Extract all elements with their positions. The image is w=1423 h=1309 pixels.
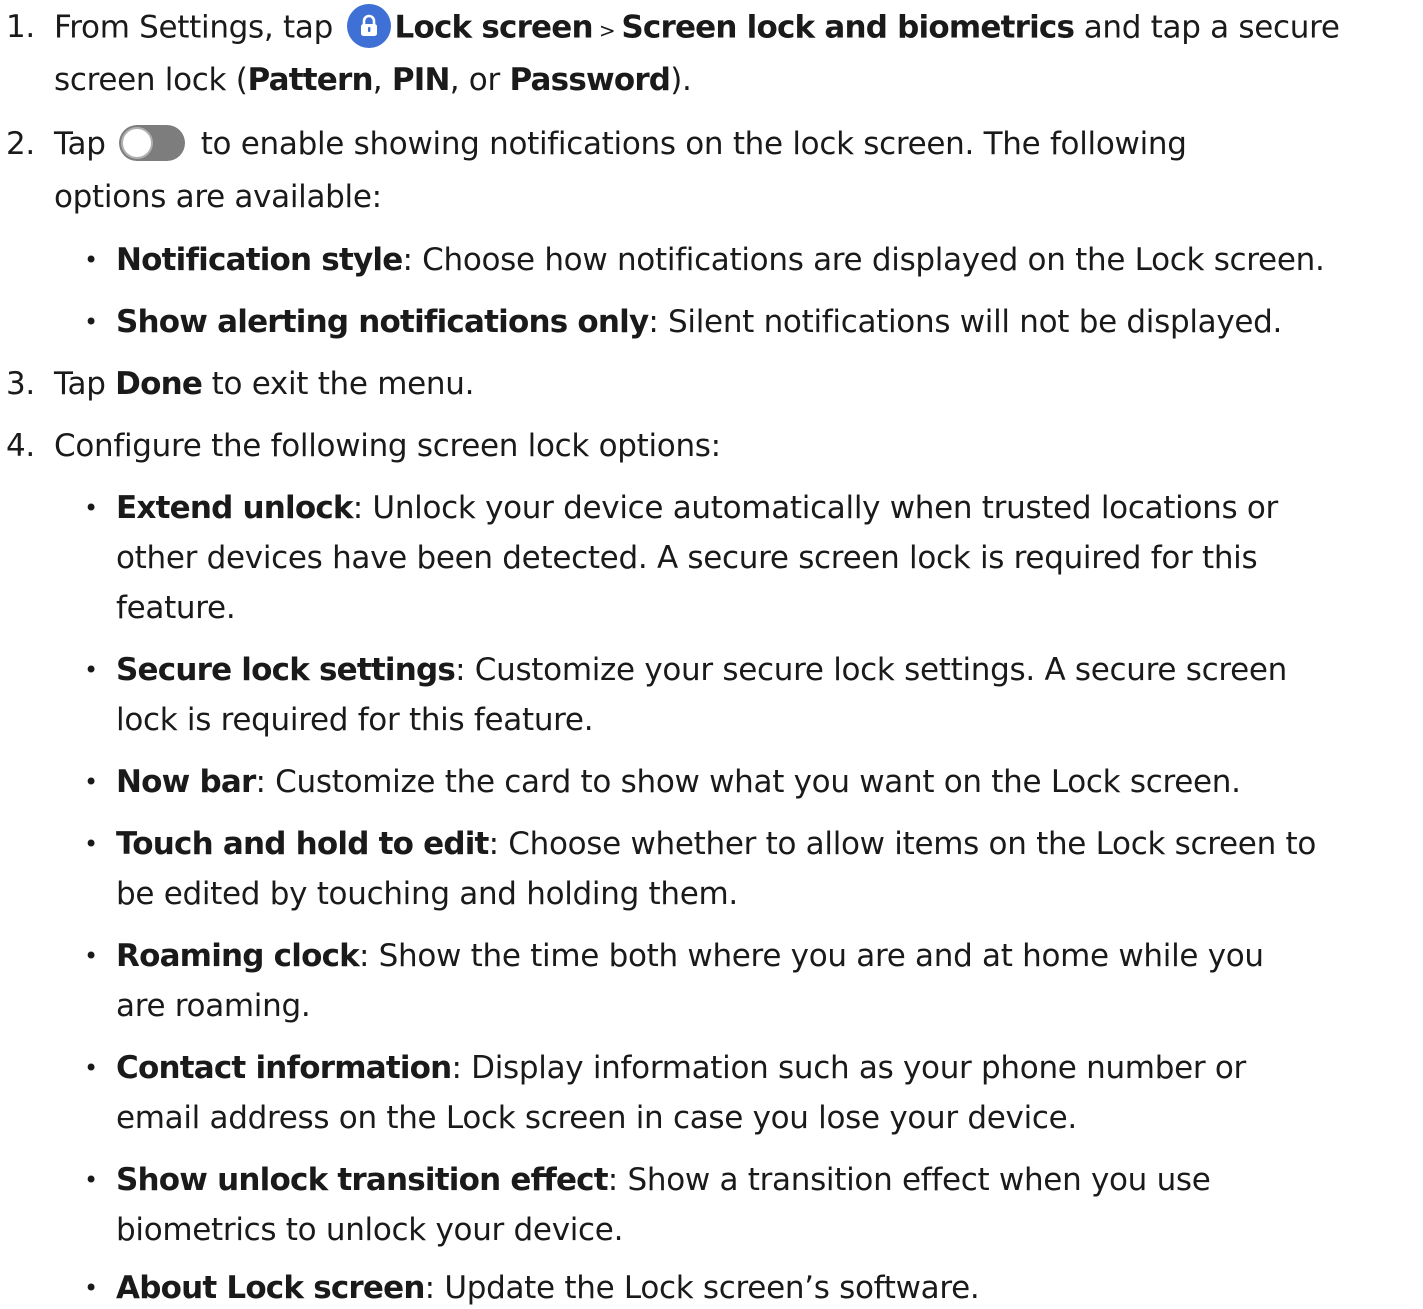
bullet-marker: •: [84, 494, 98, 522]
list-item-continuation: feature.: [116, 590, 236, 626]
list-item: Extend unlock: Unlock your device automa…: [116, 490, 1278, 526]
list-item: Now bar: Customize the card to show what…: [116, 764, 1241, 800]
list-item-continuation: are roaming.: [116, 988, 311, 1024]
step-number: 3.: [6, 366, 35, 402]
list-item-continuation: be edited by touching and holding them.: [116, 876, 738, 912]
list-item: Notification style: Choose how notificat…: [116, 242, 1325, 278]
list-item: Roaming clock: Show the time both where …: [116, 938, 1264, 974]
list-item: Touch and hold to edit: Choose whether t…: [116, 826, 1316, 862]
step-2-line-2: options are available:: [54, 179, 382, 215]
bullet-marker: •: [84, 1274, 98, 1302]
bullet-marker: •: [84, 656, 98, 684]
bullet-marker: •: [84, 830, 98, 858]
step-4-line: Configure the following screen lock opti…: [54, 428, 721, 464]
step-number: 1.: [6, 9, 35, 45]
list-item: Contact information: Display information…: [116, 1050, 1246, 1086]
bullet-marker: •: [84, 1054, 98, 1082]
list-item: Show unlock transition effect: Show a tr…: [116, 1162, 1211, 1198]
list-item-continuation: other devices have been detected. A secu…: [116, 540, 1258, 576]
step-number: 2.: [6, 126, 35, 162]
list-item: About Lock screen: Update the Lock scree…: [116, 1270, 980, 1306]
step-number: 4.: [6, 428, 35, 464]
list-item-continuation: lock is required for this feature.: [116, 702, 594, 738]
done-label: Done: [115, 366, 203, 402]
bullet-marker: •: [84, 246, 98, 274]
step-1-line-1: From Settings, tap Lock screen > Screen …: [54, 4, 1340, 48]
bullet-marker: •: [84, 1166, 98, 1194]
lock-screen-label: Lock screen: [394, 9, 594, 46]
step-1-line-2: screen lock (Pattern, PIN, or Password).: [54, 62, 692, 98]
list-item: Show alerting notifications only: Silent…: [116, 304, 1283, 340]
toggle-knob: [121, 126, 154, 159]
step-2-line-1: Tap to enable showing notifications on t…: [54, 124, 1187, 162]
step-3-line: Tap Done to exit the menu.: [54, 366, 475, 402]
list-item-continuation: email address on the Lock screen in case…: [116, 1100, 1077, 1136]
list-item-continuation: biometrics to unlock your device.: [116, 1212, 624, 1248]
bullet-marker: •: [84, 942, 98, 970]
bullet-marker: •: [84, 308, 98, 336]
toggle-icon: [119, 124, 186, 161]
list-item: Secure lock settings: Customize your sec…: [116, 652, 1287, 688]
screen-lock-biometrics-label: Screen lock and biometrics: [621, 9, 1075, 46]
lock-icon: [346, 4, 391, 48]
bullet-marker: •: [84, 768, 98, 796]
